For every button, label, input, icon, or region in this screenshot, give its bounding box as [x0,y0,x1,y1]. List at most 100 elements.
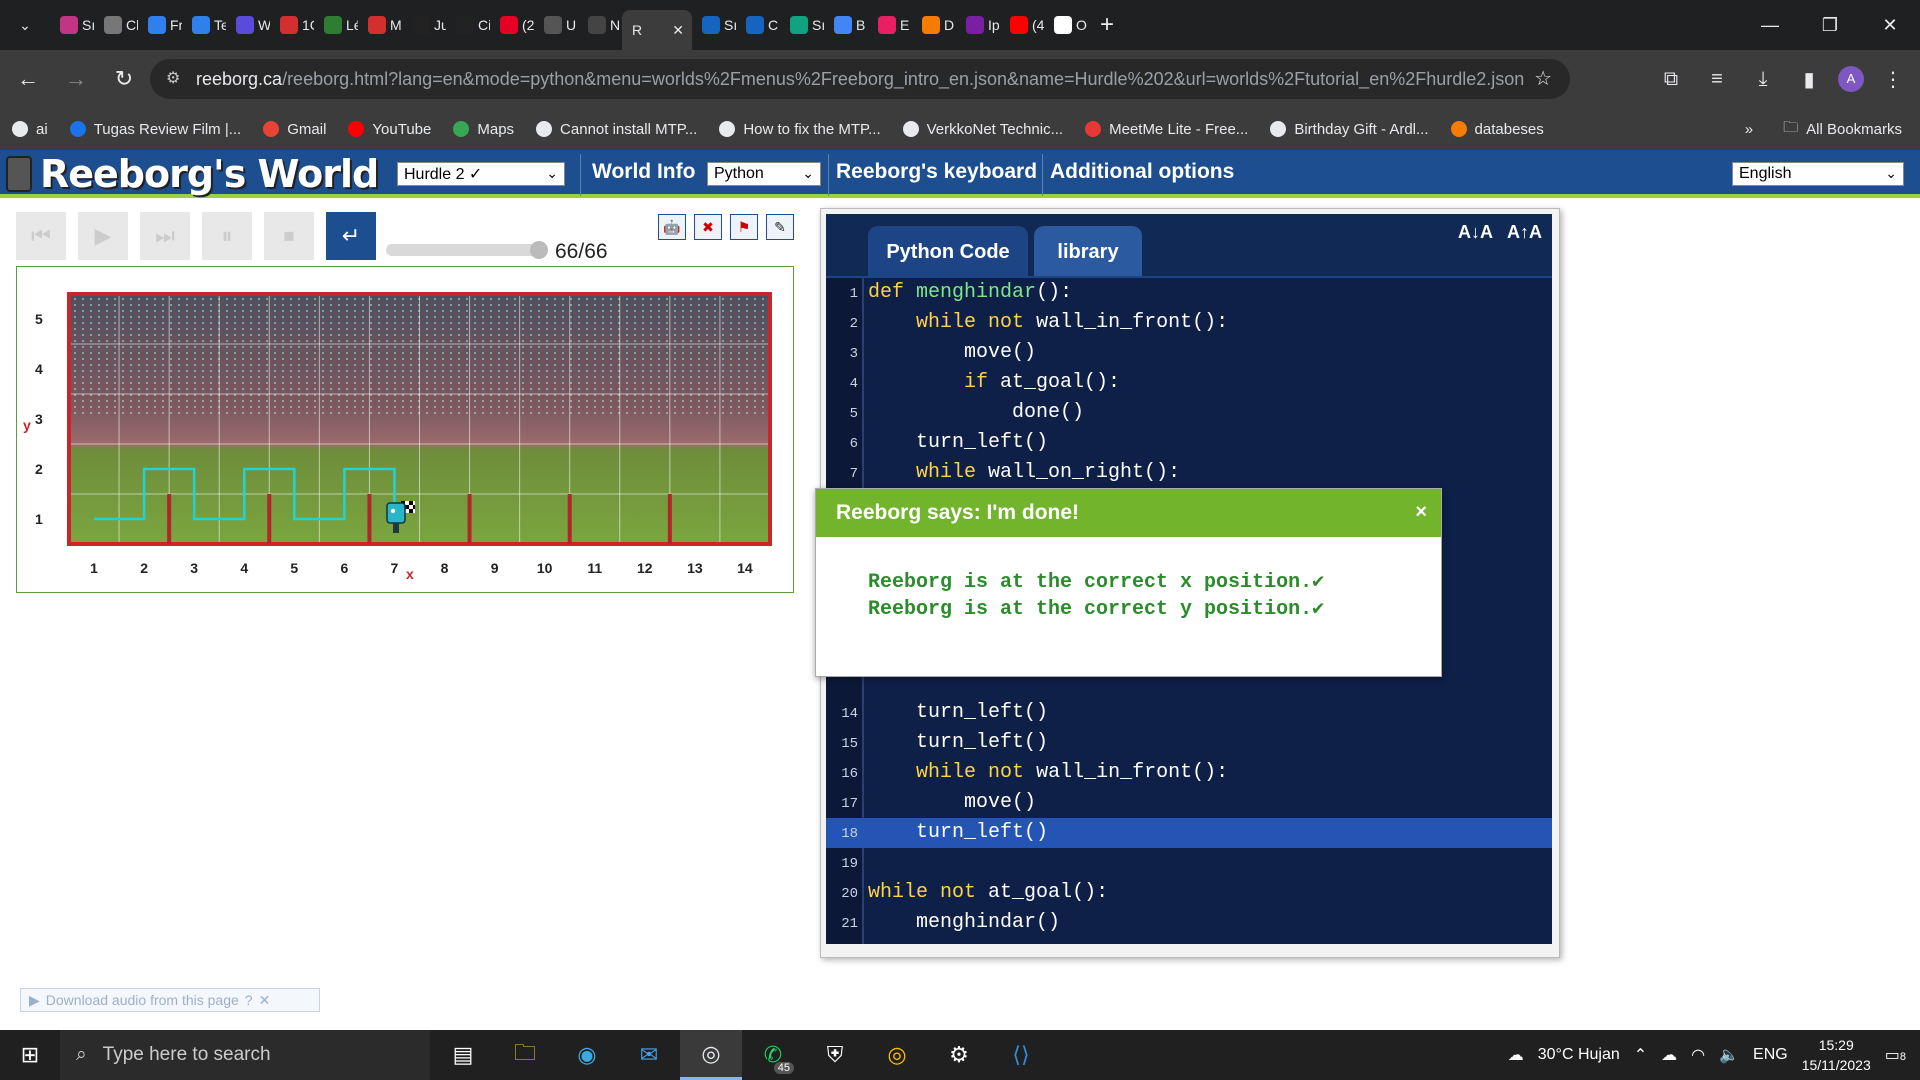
bookmark-item[interactable]: Gmail [263,121,326,138]
bookmark-item[interactable]: Cannot install MTP... [536,121,697,138]
browser-tab[interactable]: E [868,7,912,43]
clock[interactable]: 15:29 15/11/2023 [1802,1035,1871,1075]
onedrive-cloud-icon[interactable]: ☁ [1661,1045,1677,1065]
browser-tab[interactable]: C [736,7,780,43]
settings-gear-icon[interactable]: ⚙ [928,1030,990,1080]
browser-tab[interactable]: (2 [490,7,534,43]
reverse-step-button[interactable]: ⏮ [16,212,66,260]
browser-tab[interactable]: (4 [1000,7,1044,43]
browser-tab[interactable]: O [1044,7,1088,43]
browser-tab[interactable]: Sı [780,7,824,43]
browser-tab[interactable]: B [824,7,868,43]
world-info-menu[interactable]: World Info [592,160,695,184]
close-dialog-icon[interactable]: × [1415,501,1427,524]
close-window-icon[interactable]: ✕ [1860,15,1920,36]
tab-active-reeborg[interactable]: R ✕ [622,10,692,50]
side-panel-icon[interactable]: ▮ [1792,67,1826,92]
address-bar[interactable]: ⚙ reeborg.ca/reeborg.html?lang=en&mode=p… [150,59,1570,99]
reload-world-button[interactable]: ↵ [326,212,376,260]
new-tab-button[interactable]: + [1100,11,1114,39]
bookmark-item[interactable]: MeetMe Lite - Free... [1085,121,1248,138]
profile-avatar[interactable]: A [1838,66,1864,92]
browser-tab[interactable]: M [358,7,402,43]
reload-icon[interactable]: ↻ [104,66,144,92]
step-slider[interactable] [386,241,548,259]
bookmark-item[interactable]: ai [12,121,48,138]
world-select[interactable]: Hurdle 2 ✓ ⌄ [397,162,565,186]
browser-tab[interactable]: Lé [314,7,358,43]
more-bookmarks-chevron-icon[interactable]: » [1745,121,1753,138]
task-view-icon[interactable]: ▤ [432,1030,494,1080]
site-info-icon[interactable]: ⚙ [166,68,180,88]
browser-tab[interactable]: Fr [138,7,182,43]
volume-icon[interactable]: 🔈 [1719,1045,1739,1065]
browser-tab[interactable]: Te [182,7,226,43]
mail-icon[interactable]: ✉ [618,1030,680,1080]
forward-arrow-icon[interactable]: → [56,66,96,92]
ui-language-select[interactable]: English ⌄ [1732,162,1904,186]
security-shield-icon[interactable]: ⛨ [804,1030,866,1080]
flag-icon[interactable]: ⚑ [730,214,758,240]
edge-icon[interactable]: ◉ [556,1030,618,1080]
media-control-icon[interactable]: ≡ [1700,68,1734,91]
additional-options-menu[interactable]: Additional options [1050,160,1234,184]
browser-tab[interactable]: Ip [956,7,1000,43]
tab-python-code[interactable]: Python Code [868,226,1028,278]
chrome-profile-icon[interactable]: ◎ [680,1030,742,1080]
slider-knob[interactable] [530,241,548,259]
reeborg-keyboard-menu[interactable]: Reeborg's keyboard [836,160,1037,184]
browser-tab[interactable]: N [578,7,622,43]
whatsapp-icon[interactable]: ✆ 45 [742,1030,804,1080]
programming-language-select[interactable]: Python ⌄ [707,162,821,186]
all-bookmarks-folder[interactable]: 🗀 All Bookmarks [1783,117,1902,142]
extensions-icon[interactable]: ⧉ [1654,68,1688,91]
robot-trace-icon[interactable]: ✖ [694,214,722,240]
weather-text[interactable]: 30°C Hujan [1538,1046,1620,1064]
notifications-icon[interactable]: ▭8 [1885,1045,1906,1065]
increase-font-button[interactable]: A↑A [1507,222,1542,243]
minimize-icon[interactable]: — [1740,15,1800,36]
help-icon[interactable]: ? [245,992,253,1008]
bookmark-item[interactable]: VerkkoNet Technic... [902,121,1063,138]
chrome-icon[interactable]: ◎ [866,1030,928,1080]
step-button[interactable]: ⏭ [140,212,190,260]
browser-tab[interactable]: Sı [50,7,94,43]
browser-tab[interactable]: Ci [446,7,490,43]
browser-tab[interactable]: Cl [94,7,138,43]
browser-tab[interactable]: Sı [692,7,736,43]
bookmark-item[interactable]: YouTube [348,121,431,138]
close-tab-icon[interactable]: ✕ [672,22,684,39]
stop-button[interactable]: ⏹ [264,212,314,260]
browser-tab[interactable]: W [226,7,270,43]
bookmark-item[interactable]: Birthday Gift - Ardl... [1270,121,1429,138]
run-button[interactable]: ▶ [78,212,128,260]
world-canvas[interactable]: 54321 1 2 3 4 5 6 7 8 9 10 11 12 13 14 y x [16,266,794,593]
bookmark-item[interactable]: databeses [1450,121,1544,138]
restore-icon[interactable]: ❐ [1800,15,1860,36]
download-icon[interactable]: ⤓ [1746,68,1780,91]
tray-chevron-up-icon[interactable]: ⌃ [1634,1045,1647,1065]
taskbar-search[interactable]: ⌕ Type here to search [60,1030,430,1080]
bookmark-item[interactable]: Maps [453,121,514,138]
tab-search-chevron-icon[interactable]: ⌄ [8,8,42,42]
windows-start-icon[interactable]: ⊞ [0,1042,60,1068]
edit-world-icon[interactable]: ✎ [766,214,794,240]
vscode-icon[interactable]: ⟨⟩ [990,1030,1052,1080]
close-icon[interactable]: ✕ [259,992,271,1009]
bookmark-item[interactable]: How to fix the MTP... [719,121,881,138]
input-language[interactable]: ENG [1753,1046,1788,1064]
tab-library[interactable]: library [1034,226,1142,278]
kebab-menu-icon[interactable]: ⋮ [1876,67,1910,92]
browser-tab[interactable]: Ju [402,7,446,43]
download-audio-widget[interactable]: ▶ Download audio from this page ? ✕ [20,988,320,1012]
bookmark-item[interactable]: Tugas Review Film |... [69,121,241,138]
pause-button[interactable]: ⏸ [202,212,252,260]
browser-tab[interactable]: D [912,7,956,43]
bookmark-star-icon[interactable]: ☆ [1534,66,1552,91]
decrease-font-button[interactable]: A↓A [1458,222,1493,243]
network-wifi-icon[interactable]: ◠ [1691,1045,1705,1065]
back-arrow-icon[interactable]: ← [8,66,48,92]
browser-tab[interactable]: 1C [270,7,314,43]
weather-icon[interactable]: ☁ [1508,1045,1524,1065]
robot-info-icon[interactable]: 🤖 [658,214,686,240]
